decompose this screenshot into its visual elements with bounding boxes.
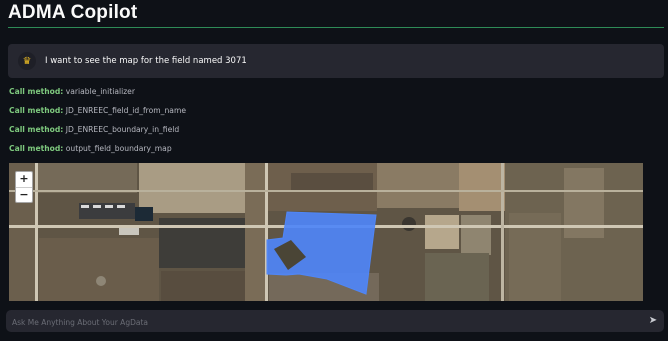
call-method-line: Call method: output_field_boundary_map	[9, 143, 186, 162]
call-method-label: Call method:	[9, 125, 64, 134]
send-icon[interactable]: ➤	[646, 315, 660, 327]
call-method-name: JD_ENREEC_boundary_in_field	[65, 125, 180, 134]
user-message-text: I want to see the map for the field name…	[45, 56, 247, 66]
field-map[interactable]: + −	[9, 163, 643, 301]
call-method-name: variable_initializer	[65, 87, 135, 96]
call-method-label: Call method:	[9, 106, 64, 115]
call-method-line: Call method: variable_initializer	[9, 86, 186, 105]
app-title: ADMA Copilot	[8, 2, 138, 23]
call-method-line: Call method: JD_ENREEC_boundary_in_field	[9, 124, 186, 143]
call-method-line: Call method: JD_ENREEC_field_id_from_nam…	[9, 105, 186, 124]
call-method-name: output_field_boundary_map	[65, 144, 172, 153]
chat-input[interactable]	[6, 310, 634, 334]
satellite-imagery	[9, 163, 643, 301]
zoom-control: + −	[15, 171, 33, 203]
app-header: ADMA Copilot	[8, 0, 664, 28]
chat-input-bar: ➤	[6, 310, 664, 334]
user-message: ♛ I want to see the map for the field na…	[8, 44, 664, 78]
call-method-label: Call method:	[9, 144, 64, 153]
call-method-name: JD_ENREEC_field_id_from_name	[65, 106, 187, 115]
zoom-in-button[interactable]: +	[16, 172, 32, 188]
assistant-calls: Call method: variable_initializer Call m…	[9, 86, 186, 162]
zoom-out-button[interactable]: −	[16, 188, 32, 203]
user-avatar-icon: ♛	[18, 52, 36, 70]
call-method-label: Call method:	[9, 87, 64, 96]
